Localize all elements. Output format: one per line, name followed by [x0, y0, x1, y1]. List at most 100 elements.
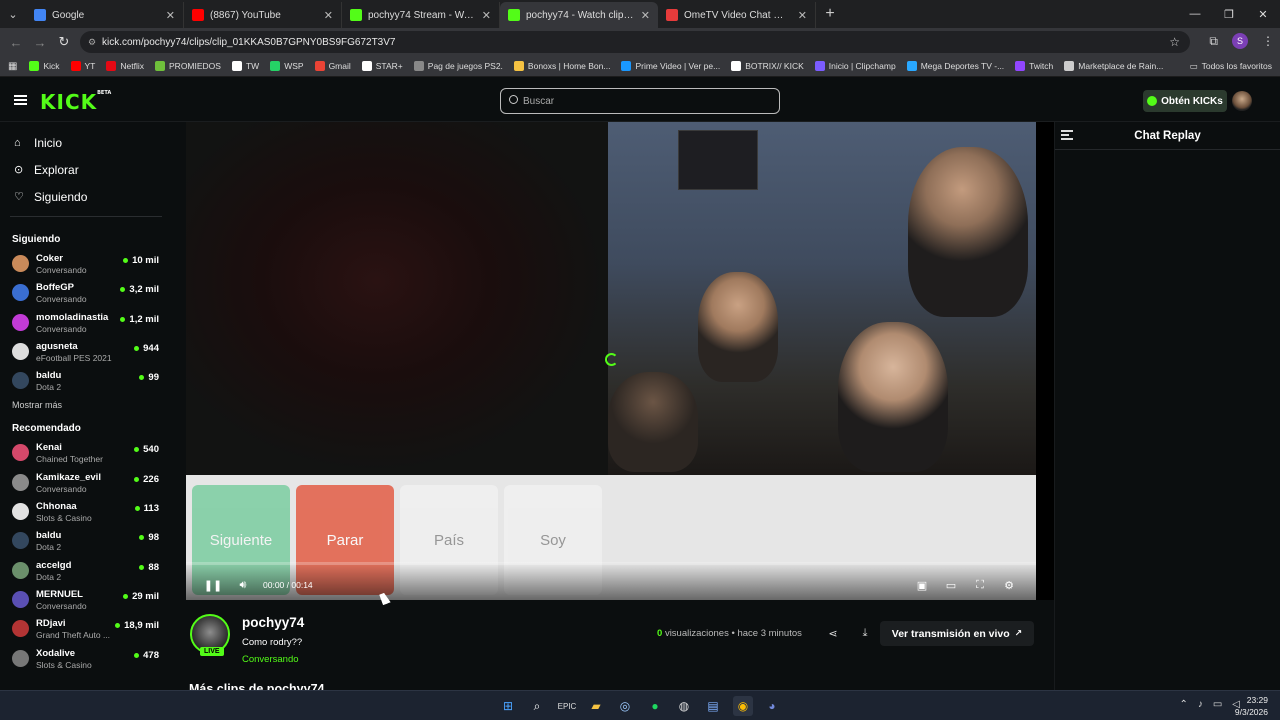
- bookmark-item[interactable]: WSP: [270, 61, 304, 71]
- channel-item[interactable]: BoffeGP Conversando 3,2 mil: [0, 280, 170, 309]
- bookmark-item[interactable]: Gmail: [314, 61, 351, 71]
- settings-icon[interactable]: ⚙: [1002, 578, 1016, 592]
- spotify-icon[interactable]: ●: [645, 696, 665, 716]
- channel-item[interactable]: Kenai Chained Together 540: [0, 440, 170, 469]
- bookmark-item[interactable]: Twitch: [1015, 61, 1053, 71]
- steam-icon[interactable]: ◎: [615, 696, 635, 716]
- chrome-icon[interactable]: ◉: [733, 696, 753, 716]
- share-icon[interactable]: ⋖: [825, 625, 841, 641]
- get-kicks-label: Obtén KICKs: [1161, 95, 1223, 107]
- channel-item[interactable]: baldu Dota 2 99: [0, 368, 170, 397]
- bookmark-label: Prime Video | Ver pe...: [635, 61, 721, 71]
- sidebar-nav-siguiendo[interactable]: ♡ Siguiendo: [0, 183, 170, 210]
- channel-item[interactable]: Kamikaze_evil Conversando 226: [0, 470, 170, 499]
- bookmark-item[interactable]: TW: [231, 61, 259, 71]
- browser-tab[interactable]: (8867) YouTube ✕: [184, 2, 342, 28]
- clip-category[interactable]: Conversando: [242, 654, 299, 665]
- bookmark-item[interactable]: PROMIEDOS: [155, 61, 221, 71]
- channel-item[interactable]: baldu Dota 2 98: [0, 528, 170, 557]
- sidebar-nav-inicio[interactable]: ⌂ Inicio: [0, 129, 170, 156]
- forward-button[interactable]: →: [28, 35, 52, 50]
- channel-category: Conversando: [36, 600, 87, 611]
- volume-icon[interactable]: 🔊︎: [236, 578, 250, 592]
- tray-chevron-icon[interactable]: ⌃: [1179, 699, 1187, 710]
- file-explorer-icon[interactable]: ▰: [586, 696, 606, 716]
- browser-tab[interactable]: Google ✕: [26, 2, 184, 28]
- new-tab-button[interactable]: +: [816, 5, 844, 23]
- player-controls-bar: [186, 562, 1036, 600]
- menu-icon[interactable]: [14, 95, 27, 105]
- channel-item[interactable]: momoladinastia Conversando 1,2 mil: [0, 310, 170, 339]
- extensions-icon[interactable]: ⧉: [1209, 34, 1218, 49]
- close-tab-icon[interactable]: ✕: [641, 9, 650, 22]
- browser-tab[interactable]: OmeTV Video Chat — Ome ✕: [658, 2, 816, 28]
- channel-item[interactable]: Xodalive Slots & Casino 478: [0, 646, 170, 675]
- get-kicks-button[interactable]: Obtén KICKs: [1143, 90, 1227, 112]
- profile-avatar[interactable]: S: [1232, 33, 1248, 49]
- pip-icon[interactable]: ▣: [915, 578, 929, 592]
- sidebar-nav-explorar[interactable]: ⊙ Explorar: [0, 156, 170, 183]
- channel-item[interactable]: Chhonaa Slots & Casino 113: [0, 499, 170, 528]
- bookmark-item[interactable]: Prime Video | Ver pe...: [621, 61, 720, 71]
- show-more-link[interactable]: Mostrar más: [0, 400, 170, 410]
- user-avatar[interactable]: [1232, 91, 1252, 111]
- site-info-icon[interactable]: ⚙: [88, 37, 96, 48]
- channel-category: Dota 2: [36, 382, 62, 393]
- microphone-icon[interactable]: ♪: [1198, 699, 1203, 710]
- channel-item[interactable]: agusneta eFootball PES 2021 944: [0, 339, 170, 368]
- search-input[interactable]: Buscar: [500, 88, 780, 114]
- following-heading: Siguiendo: [12, 234, 61, 245]
- reload-button[interactable]: ↻: [52, 34, 76, 50]
- windows-start-icon[interactable]: ⊞: [498, 696, 518, 716]
- watch-live-button[interactable]: Ver transmisión en vivo ↗: [880, 621, 1034, 646]
- channel-avatar: [12, 444, 29, 462]
- clock[interactable]: 23:29 9/3/2026: [1235, 694, 1268, 718]
- bookmark-item[interactable]: Mega Deportes TV -...: [906, 61, 1004, 71]
- close-tab-icon[interactable]: ✕: [482, 9, 491, 22]
- close-tab-icon[interactable]: ✕: [166, 9, 175, 22]
- bookmark-item[interactable]: YT: [70, 61, 95, 71]
- video-player[interactable]: Siguiente Parar País Soy ❚❚ 🔊︎ 00:00 / 0…: [186, 122, 1054, 600]
- url-bar[interactable]: ⚙ kick.com/pochyy74/clips/clip_01KKAS0B7…: [80, 31, 1190, 53]
- bookmark-item[interactable]: Kick: [29, 61, 60, 71]
- bookmark-item[interactable]: Netflix: [106, 61, 144, 71]
- network-icon[interactable]: ▭: [1213, 699, 1222, 710]
- all-bookmarks[interactable]: ▭ Todos los favoritos: [1190, 61, 1272, 72]
- game-launcher-icon[interactable]: ◍: [674, 696, 694, 716]
- bookmark-item[interactable]: Inicio | Clipchamp: [814, 61, 896, 71]
- close-tab-icon[interactable]: ✕: [324, 9, 333, 22]
- channel-item[interactable]: accelgd Dota 2 88: [0, 558, 170, 587]
- browser-tab[interactable]: pochyy74 - Watch clips on Kick ✕: [500, 2, 658, 28]
- apps-icon[interactable]: ▦: [8, 61, 17, 72]
- minimize-button[interactable]: —: [1178, 0, 1212, 28]
- tab-search-button[interactable]: ⌄: [0, 0, 26, 28]
- maximize-button[interactable]: ❐: [1212, 0, 1246, 28]
- close-tab-icon[interactable]: ✕: [798, 9, 807, 22]
- theater-mode-icon[interactable]: ▭: [944, 578, 958, 592]
- bookmark-item[interactable]: STAR+: [361, 61, 403, 71]
- browser-tab[interactable]: pochyy74 Stream - Watch Live ✕: [342, 2, 500, 28]
- bookmark-item[interactable]: Pag de juegos PS2.: [413, 61, 503, 71]
- bookmark-item[interactable]: BOTRIX// KICK: [731, 61, 804, 71]
- channel-name[interactable]: pochyy74: [242, 615, 304, 630]
- bookmark-item[interactable]: Marketplace de Rain...: [1064, 61, 1163, 71]
- search-taskbar-icon[interactable]: ⌕: [527, 696, 547, 716]
- progress-bar[interactable]: [186, 562, 1036, 565]
- back-button[interactable]: ←: [4, 35, 28, 50]
- download-icon[interactable]: ⤓: [857, 625, 873, 641]
- channel-item[interactable]: MERNUEL Conversando 29 mil: [0, 587, 170, 616]
- pause-icon[interactable]: ❚❚: [204, 578, 222, 592]
- epic-games-icon[interactable]: EPIC: [557, 696, 577, 716]
- browser-menu-icon[interactable]: ⋮: [1262, 34, 1274, 48]
- bookmark-star-icon[interactable]: ☆: [1169, 35, 1180, 49]
- chat-header: Chat Replay: [1055, 122, 1280, 150]
- close-window-button[interactable]: ✕: [1246, 0, 1280, 28]
- bookmark-item[interactable]: Bonoxs | Home Bon...: [513, 61, 610, 71]
- channel-item[interactable]: Coker Conversando 10 mil: [0, 251, 170, 280]
- kick-logo[interactable]: KICKBETA: [40, 90, 111, 114]
- discord-icon[interactable]: ◕: [762, 696, 782, 716]
- collapse-chat-icon[interactable]: [1061, 130, 1073, 140]
- channel-item[interactable]: RDjavi Grand Theft Auto ... 18,9 mil: [0, 616, 170, 645]
- app-icon[interactable]: ▤: [703, 696, 723, 716]
- fullscreen-icon[interactable]: ⛶: [973, 578, 987, 592]
